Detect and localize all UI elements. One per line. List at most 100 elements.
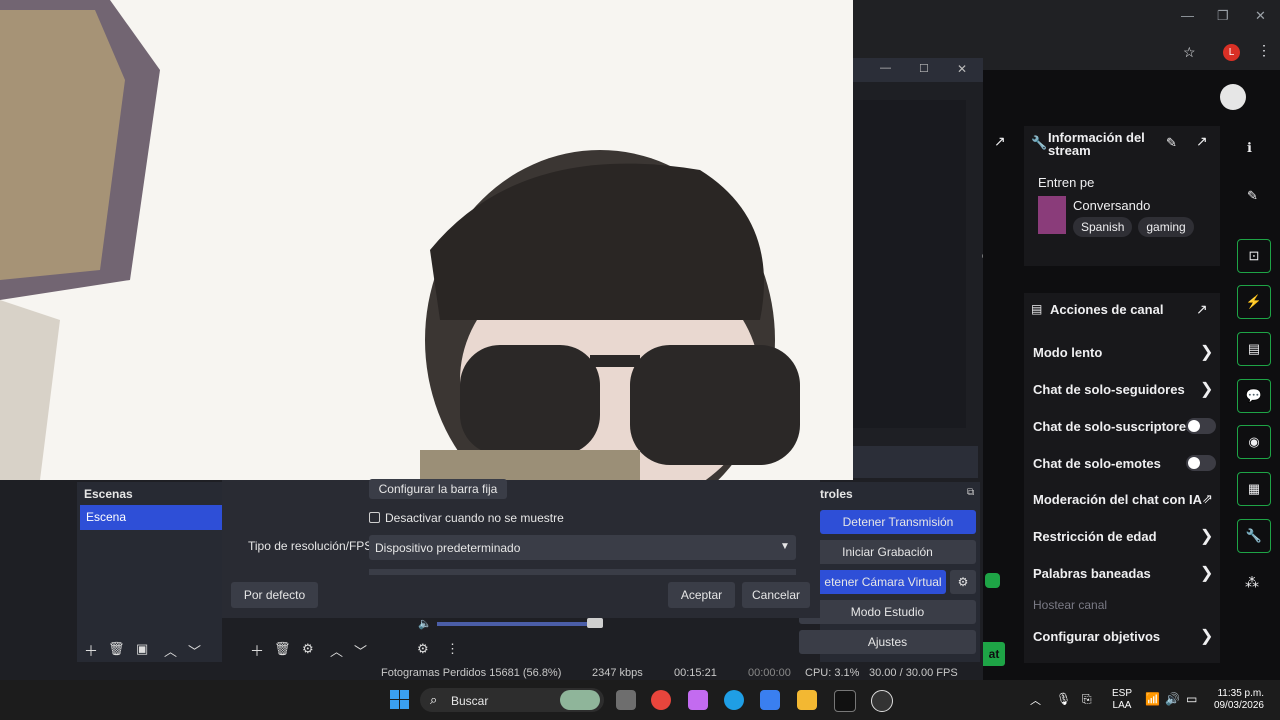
- stream-info-title: Información del stream: [1048, 130, 1145, 158]
- default-button[interactable]: Por defecto: [231, 582, 318, 608]
- profile-avatar[interactable]: L: [1223, 44, 1240, 61]
- action-slow-mode[interactable]: Modo lento: [1033, 345, 1102, 360]
- category-thumbnail: [1038, 196, 1066, 234]
- subscribers-only-toggle[interactable]: [1186, 418, 1216, 434]
- stop-virtual-camera-button[interactable]: etener Cámara Virtual: [820, 570, 946, 594]
- chevron-right-icon[interactable]: ❯: [1200, 563, 1213, 583]
- notes-icon[interactable]: ▤: [1237, 332, 1271, 366]
- chevron-right-icon[interactable]: ❯: [1200, 526, 1213, 546]
- dropped-frames: Fotogramas Perdidos 15681 (56.8%): [381, 667, 562, 679]
- lightning-icon[interactable]: ⚡: [1237, 285, 1271, 319]
- accept-button[interactable]: Aceptar: [668, 582, 735, 608]
- chevron-right-icon[interactable]: ❯: [1200, 342, 1213, 362]
- chevron-down-icon[interactable]: ﹀: [354, 641, 367, 660]
- lang-bottom: LAA: [1112, 700, 1132, 711]
- clock[interactable]: 11:35 p.m. 09/03/2026: [1210, 688, 1264, 712]
- cancel-button[interactable]: Cancelar: [742, 582, 810, 608]
- chevron-down-icon[interactable]: ▼: [780, 541, 790, 552]
- volume-handle[interactable]: [587, 618, 603, 628]
- copy-icon[interactable]: ▣: [136, 641, 148, 657]
- info-icon[interactable]: ℹ: [1247, 140, 1252, 156]
- stream-time: 00:15:21: [674, 667, 717, 679]
- microphone-icon[interactable]: 🎙: [1056, 692, 1071, 706]
- dock-float-icon[interactable]: ⧉: [967, 487, 974, 498]
- extensions-icon[interactable]: ⁂: [1245, 574, 1259, 591]
- speaker-icon[interactable]: 🔈: [418, 617, 432, 630]
- language-indicator[interactable]: ESP LAA: [1112, 688, 1132, 712]
- bookmark-star-icon[interactable]: ☆: [1183, 44, 1196, 61]
- gear-icon[interactable]: ⚙: [950, 570, 976, 594]
- epic-games-icon[interactable]: [834, 690, 856, 712]
- hide-checkbox[interactable]: [369, 512, 380, 523]
- browser-menu-icon[interactable]: ⋮: [1257, 42, 1271, 59]
- edit-icon[interactable]: ✎: [1166, 135, 1177, 151]
- studio-mode-button[interactable]: Modo Estudio: [799, 600, 976, 624]
- scene-item[interactable]: Escena: [80, 505, 222, 530]
- popout-icon[interactable]: ↗: [1196, 301, 1208, 318]
- action-age-restriction[interactable]: Restricción de edad: [1033, 529, 1157, 544]
- chat-button-fragment[interactable]: at: [983, 642, 1005, 666]
- tag-spanish[interactable]: Spanish: [1073, 217, 1133, 237]
- chevron-up-icon[interactable]: ︿: [330, 641, 343, 660]
- chevron-up-icon[interactable]: ︿: [1030, 692, 1041, 708]
- minimize-icon[interactable]: —: [1181, 8, 1194, 23]
- twitch-user-avatar[interactable]: [1220, 84, 1246, 110]
- chat-icon[interactable]: 💬: [1237, 379, 1271, 413]
- search-icon: ⌕: [430, 692, 438, 707]
- trash-icon[interactable]: 🗑: [108, 641, 125, 657]
- action-goals[interactable]: Configurar objetivos: [1033, 629, 1160, 644]
- store-icon[interactable]: [760, 690, 780, 710]
- volume-icon[interactable]: 🔊: [1165, 692, 1180, 706]
- battery-icon[interactable]: ▭: [1186, 692, 1197, 706]
- add-scene-icon[interactable]: ＋: [84, 641, 98, 661]
- chevron-up-icon[interactable]: ︿: [164, 641, 177, 660]
- obs-icon[interactable]: [871, 690, 893, 712]
- chrome-icon[interactable]: [651, 690, 671, 710]
- green-emote-icon: [985, 573, 1000, 588]
- kebab-icon[interactable]: ⋮: [446, 641, 459, 657]
- chevron-right-icon[interactable]: ❯: [1200, 626, 1213, 646]
- chevron-down-icon[interactable]: ﹀: [188, 641, 201, 660]
- audio-settings-icon[interactable]: ⚙: [417, 641, 429, 657]
- obs-close-icon[interactable]: ✕: [957, 62, 967, 76]
- stop-stream-button[interactable]: Detener Transmisión: [820, 510, 976, 534]
- device-icon[interactable]: ⎘: [1082, 692, 1092, 707]
- pencil-icon[interactable]: ✎: [1247, 188, 1258, 204]
- volume-slider[interactable]: [437, 622, 597, 626]
- webcam-image: [0, 0, 853, 480]
- external-link-icon[interactable]: ⇗: [1202, 491, 1213, 507]
- stream-title: Entren pe: [1038, 175, 1095, 190]
- edge-icon[interactable]: [724, 690, 744, 710]
- gear-icon[interactable]: ⚙: [302, 641, 314, 657]
- action-followers-only[interactable]: Chat de solo-seguidores: [1033, 382, 1185, 397]
- wifi-icon[interactable]: 📶: [1145, 692, 1160, 706]
- windows-start-icon[interactable]: [390, 690, 409, 709]
- tag-gaming[interactable]: gaming: [1138, 217, 1194, 237]
- restore-icon[interactable]: ❐: [1217, 8, 1229, 24]
- broadcast-icon[interactable]: ◉: [1237, 425, 1271, 459]
- clip-icon[interactable]: ⊡: [1237, 239, 1271, 273]
- obs-minimize-icon[interactable]: —: [880, 62, 891, 74]
- layout-icon[interactable]: ▦: [1237, 472, 1271, 506]
- add-source-icon[interactable]: ＋: [250, 641, 264, 661]
- start-record-button[interactable]: Iniciar Grabación: [799, 540, 976, 564]
- trash-icon[interactable]: 🗑: [274, 641, 291, 657]
- clock-time: 11:35 p.m.: [1217, 688, 1264, 699]
- popout-icon[interactable]: ↗: [1196, 133, 1208, 150]
- popout-icon[interactable]: ↗: [994, 133, 1006, 150]
- obs-maximize-icon[interactable]: ☐: [919, 62, 929, 75]
- action-ai-moderation[interactable]: Moderación del chat con IA: [1033, 492, 1202, 507]
- settings-button[interactable]: Ajustes: [799, 630, 976, 654]
- close-icon[interactable]: ✕: [1255, 8, 1266, 24]
- action-banned-words[interactable]: Palabras baneadas: [1033, 566, 1151, 581]
- emotes-only-toggle[interactable]: [1186, 455, 1216, 471]
- task-view-icon[interactable]: [616, 690, 636, 710]
- wrench-rail-icon[interactable]: 🔧: [1237, 519, 1271, 553]
- file-explorer-icon[interactable]: [797, 690, 817, 710]
- copilot-icon[interactable]: [688, 690, 708, 710]
- fixed-bar-button[interactable]: Configurar la barra fija: [369, 479, 507, 499]
- next-field[interactable]: [369, 569, 796, 575]
- chevron-right-icon[interactable]: ❯: [1200, 379, 1213, 399]
- controls-title: troles: [820, 487, 853, 501]
- wrench-icon: 🔧: [1031, 135, 1048, 150]
